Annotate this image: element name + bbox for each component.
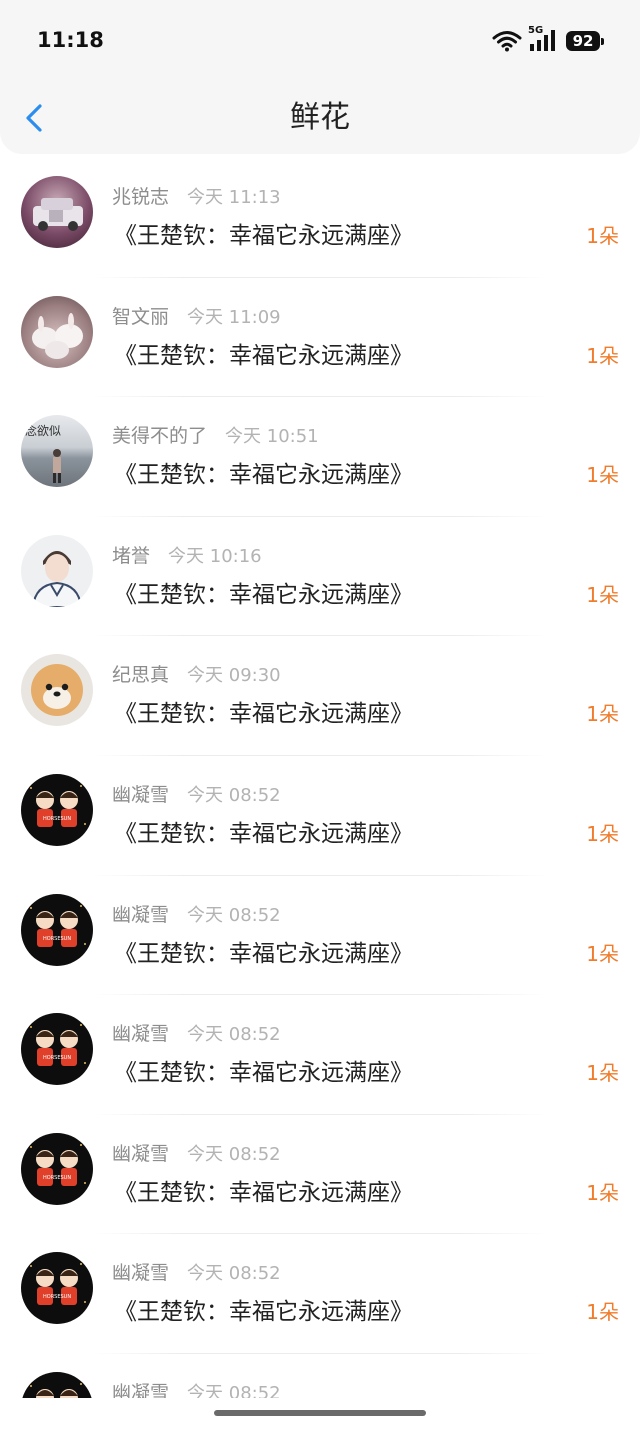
list-item[interactable]: HORSESUN 幽凝雪 今天 08:52 《王楚钦：幸福它永远满座》 1朵	[0, 876, 640, 996]
timestamp: 今天 11:09	[187, 306, 281, 328]
car-avatar[interactable]	[21, 176, 93, 248]
cartoon-pair-avatar[interactable]: HORSESUN	[21, 893, 93, 966]
rabbits-avatar[interactable]	[21, 295, 93, 368]
gift-list[interactable]: 兆锐志 今天 11:13 《王楚钦：幸福它永远满座》 1朵 智文丽 今天 11:09…	[0, 158, 640, 1398]
timestamp: 今天 10:16	[168, 545, 262, 567]
avatar-text: HORSESUN	[43, 816, 71, 822]
gift-title: 《王楚钦：幸福它永远满座》	[114, 1060, 413, 1087]
gift-title: 《王楚钦：幸福它永远满座》	[114, 342, 413, 369]
username[interactable]: 美得不的了	[112, 425, 207, 447]
gift-title: 《王楚钦：幸福它永远满座》	[114, 462, 413, 489]
item-meta: 智文丽 今天 11:09	[112, 302, 281, 329]
nav-bar: 鲜花	[0, 80, 640, 154]
list-item[interactable]: 念欲似 美得不的了 今天 10:51 《王楚钦：幸福它永远满座》 1朵	[0, 397, 640, 517]
timestamp: 今天 08:52	[187, 904, 281, 926]
puppy-avatar[interactable]	[21, 654, 93, 727]
wifi-icon	[492, 30, 522, 52]
list-item[interactable]: 兆锐志 今天 11:13 《王楚钦：幸福它永远满座》 1朵	[0, 158, 640, 278]
avatar-text: 念欲似	[25, 423, 61, 438]
status-icons: 5G 92	[492, 25, 604, 54]
avatar-text: HORSESUN	[43, 1055, 71, 1061]
gift-title: 《王楚钦：幸福它永远满座》	[114, 581, 413, 608]
list-item[interactable]: HORSESUN 幽凝雪 今天 08:52	[0, 1354, 640, 1398]
timestamp: 今天 08:52	[187, 1143, 281, 1165]
gift-count: 1朵	[586, 1300, 619, 1325]
cartoon-pair-avatar[interactable]: HORSESUN	[21, 1013, 93, 1086]
username[interactable]: 幽凝雪	[112, 784, 169, 806]
list-item[interactable]: HORSESUN 幽凝雪 今天 08:52 《王楚钦：幸福它永远满座》 1朵	[0, 1115, 640, 1235]
item-meta: 兆锐志 今天 11:13	[112, 182, 281, 209]
gift-count: 1朵	[586, 224, 619, 248]
username[interactable]: 幽凝雪	[112, 1262, 169, 1284]
battery-indicator: 92	[566, 31, 604, 51]
status-time: 11:18	[37, 28, 104, 52]
timestamp: 今天 11:13	[187, 187, 281, 208]
gift-count: 1朵	[586, 343, 619, 368]
list-item[interactable]: 纪思真 今天 09:30 《王楚钦：幸福它永远满座》 1朵	[0, 636, 640, 756]
cartoon-pair-avatar[interactable]: HORSESUN	[21, 1252, 93, 1325]
list-item[interactable]: HORSESUN 幽凝雪 今天 08:52 《王楚钦：幸福它永远满座》 1朵	[0, 1234, 640, 1354]
gift-count: 1朵	[586, 821, 619, 846]
item-meta: 纪思真 今天 09:30	[112, 660, 281, 687]
network-label: 5G	[528, 25, 544, 36]
username[interactable]: 堵誉	[112, 545, 150, 567]
username[interactable]: 兆锐志	[112, 186, 169, 208]
item-meta: 幽凝雪 今天 08:52	[112, 1139, 281, 1166]
timestamp: 今天 08:52	[187, 1382, 281, 1398]
username[interactable]: 幽凝雪	[112, 904, 169, 926]
gift-title: 《王楚钦：幸福它永远满座》	[114, 940, 413, 967]
cartoon-pair-avatar[interactable]: HORSESUN	[21, 1132, 93, 1205]
anime-boy-avatar[interactable]	[21, 534, 93, 607]
avatar-text: HORSESUN	[43, 936, 71, 942]
gift-title: 《王楚钦：幸福它永远满座》	[114, 1179, 413, 1206]
timestamp: 今天 10:51	[225, 426, 319, 448]
gift-title: 《王楚钦：幸福它永远满座》	[114, 223, 413, 249]
gift-count: 1朵	[586, 941, 619, 966]
signal-5g-icon: 5G	[528, 25, 558, 53]
timestamp: 今天 08:52	[187, 1263, 281, 1285]
person-sea-avatar[interactable]: 念欲似	[21, 415, 93, 488]
gift-count: 1朵	[586, 702, 619, 727]
avatar-text: HORSESUN	[43, 1294, 71, 1300]
item-meta: 堵誉 今天 10:16	[112, 541, 262, 568]
cartoon-pair-avatar[interactable]: HORSESUN	[21, 773, 93, 846]
username[interactable]: 幽凝雪	[112, 1023, 169, 1045]
avatar-text: HORSESUN	[43, 1175, 71, 1181]
list-item[interactable]: 智文丽 今天 11:09 《王楚钦：幸福它永远满座》 1朵	[0, 278, 640, 398]
timestamp: 今天 08:52	[187, 1024, 281, 1046]
home-indicator[interactable]	[214, 1410, 426, 1416]
item-meta: 幽凝雪 今天 08:52	[112, 780, 281, 807]
username[interactable]: 纪思真	[112, 664, 169, 686]
status-bar: 11:18 5G 92	[0, 0, 640, 80]
username[interactable]: 幽凝雪	[112, 1143, 169, 1165]
username[interactable]: 智文丽	[112, 306, 169, 328]
gift-title: 《王楚钦：幸福它永远满座》	[114, 701, 413, 728]
timestamp: 今天 08:52	[187, 784, 281, 806]
list-item[interactable]: HORSESUN 幽凝雪 今天 08:52 《王楚钦：幸福它永远满座》 1朵	[0, 995, 640, 1115]
item-meta: 美得不的了 今天 10:51	[112, 421, 319, 448]
item-meta: 幽凝雪 今天 08:52	[112, 1019, 281, 1046]
gift-count: 1朵	[586, 463, 619, 488]
gift-count: 1朵	[586, 1061, 619, 1086]
item-meta: 幽凝雪 今天 08:52	[112, 900, 281, 927]
item-meta: 幽凝雪 今天 08:52	[112, 1258, 281, 1285]
username[interactable]: 幽凝雪	[112, 1382, 169, 1398]
page-title: 鲜花	[290, 100, 350, 135]
cartoon-pair-avatar[interactable]: HORSESUN	[21, 1371, 93, 1398]
gift-count: 1朵	[586, 582, 619, 607]
item-meta: 幽凝雪 今天 08:52	[112, 1378, 281, 1398]
gift-title: 《王楚钦：幸福它永远满座》	[114, 820, 413, 847]
timestamp: 今天 09:30	[187, 665, 281, 687]
gift-title: 《王楚钦：幸福它永远满座》	[114, 1299, 413, 1326]
list-item[interactable]: HORSESUN 幽凝雪 今天 08:52 《王楚钦：幸福它永远满座》 1朵	[0, 756, 640, 876]
list-item[interactable]: 堵誉 今天 10:16 《王楚钦：幸福它永远满座》 1朵	[0, 517, 640, 637]
gift-count: 1朵	[586, 1180, 619, 1205]
